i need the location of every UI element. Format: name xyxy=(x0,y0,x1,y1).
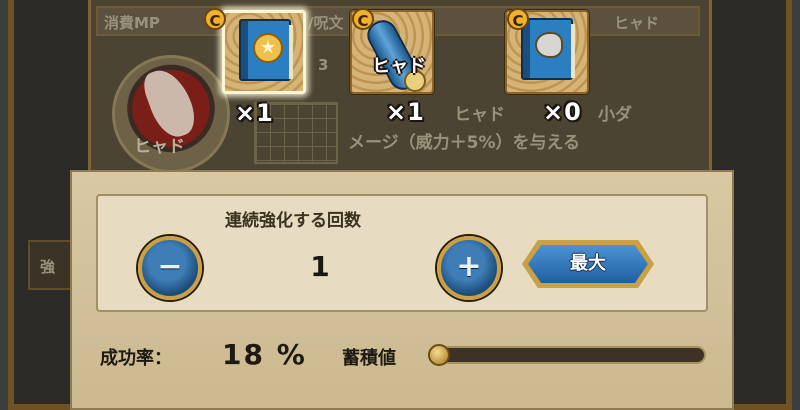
background-medallion-label: ヒャド xyxy=(134,137,185,157)
item-count: ×1 xyxy=(386,98,425,126)
count-selector-title: 連続強化する回数 xyxy=(225,211,361,231)
increment-button[interactable]: + xyxy=(437,236,501,300)
item-count: ×0 xyxy=(543,98,582,126)
rarity-c-badge: C xyxy=(352,8,374,30)
rarity-c-badge: C xyxy=(204,8,226,30)
blue-book-ice-icon xyxy=(521,18,575,80)
minus-icon: − xyxy=(157,249,183,284)
background-mp-label: 消費MP xyxy=(104,14,160,32)
star-emblem-icon: ★ xyxy=(253,33,283,63)
book-pages xyxy=(289,25,293,79)
background-description-word: ヒャド xyxy=(454,105,505,125)
ice-emblem-icon xyxy=(535,32,563,58)
background-description-line2: メージ（威力＋5%）を与える xyxy=(348,133,581,153)
decrement-button[interactable]: − xyxy=(138,236,202,300)
blue-book-star-icon: ★ xyxy=(239,19,293,81)
accumulation-gauge-knob xyxy=(428,344,450,366)
background-description-tail: 小ダ xyxy=(598,105,632,125)
background-top-right-text: ヒャド xyxy=(614,14,660,32)
accumulation-gauge xyxy=(428,346,706,364)
background-mp-suffix: /呪文 xyxy=(308,14,344,32)
background-left-tab-text: 強 xyxy=(40,258,56,276)
success-rate-label: 成功率： xyxy=(100,348,172,369)
plus-icon: + xyxy=(456,249,482,284)
item-card-stat-book[interactable]: ★ ×1 xyxy=(222,10,306,127)
rarity-c-badge: C xyxy=(507,8,529,30)
max-button-label[interactable]: 最大 xyxy=(528,245,648,283)
background-grid-number: 3 xyxy=(318,56,329,74)
book-pages xyxy=(571,24,575,78)
success-rate-value: 18 % xyxy=(222,338,307,371)
scroll-spell-label: ヒャド xyxy=(372,56,426,77)
repeat-count-value: 1 xyxy=(310,250,330,283)
item-count: ×1 xyxy=(235,99,274,127)
accumulation-label: 蓄積値 xyxy=(342,348,396,369)
